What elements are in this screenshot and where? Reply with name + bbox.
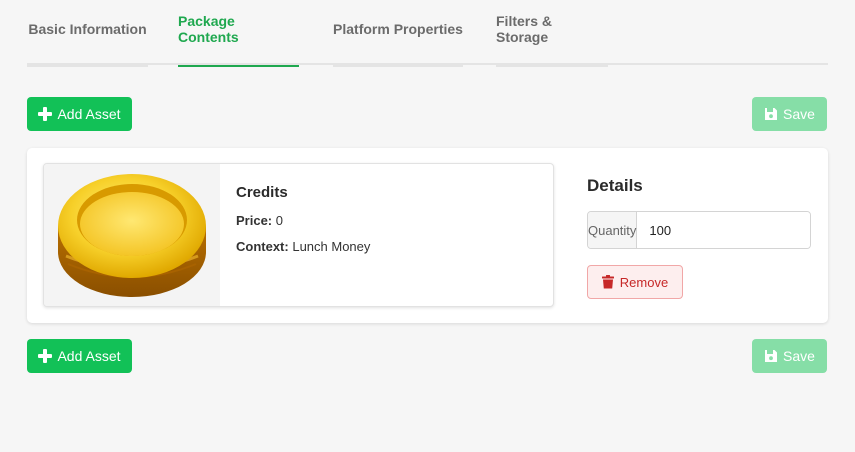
price-value: 0 (275, 213, 283, 228)
quantity-field: Quantity (587, 211, 811, 249)
tab-basic-information[interactable]: Basic Information (27, 0, 148, 67)
floppy-disk-icon (764, 349, 778, 363)
asset-card: Credits Price: 0 Context: Lunch Money (43, 163, 554, 307)
remove-label: Remove (619, 274, 669, 290)
save-label: Save (783, 106, 815, 122)
tab-label: Package Contents (178, 12, 239, 45)
quantity-label: Quantity (588, 212, 638, 248)
price-label: Price: (236, 213, 273, 228)
plus-icon (38, 349, 53, 363)
tab-underline (178, 65, 299, 67)
save-label: Save (783, 348, 815, 364)
tab-underline (333, 65, 463, 67)
asset-image (44, 164, 220, 306)
asset-context: Context: Lunch Money (236, 239, 370, 254)
details-panel: Details Quantity Remove (587, 176, 811, 299)
tab-platform-properties[interactable]: Platform Properties (333, 0, 463, 67)
tab-label: Basic Information (28, 20, 147, 37)
asset-title: Credits (236, 184, 288, 201)
asset-info: Credits Price: 0 Context: Lunch Money (236, 184, 370, 265)
context-value: Lunch Money (292, 239, 371, 254)
gold-coin-icon (58, 174, 206, 297)
package-content-card: Credits Price: 0 Context: Lunch Money De… (27, 148, 828, 323)
plus-icon (38, 107, 53, 121)
tab-label: Platform Properties (333, 20, 463, 37)
add-asset-button-bottom[interactable]: Add Asset (27, 339, 132, 373)
save-button[interactable]: Save (752, 97, 827, 131)
save-button-bottom[interactable]: Save (752, 339, 827, 373)
add-asset-label: Add Asset (57, 106, 121, 122)
asset-price: Price: 0 (236, 213, 370, 228)
tab-underline (27, 65, 148, 67)
floppy-disk-icon (764, 107, 778, 121)
quantity-input[interactable] (637, 212, 810, 248)
add-asset-label: Add Asset (57, 348, 121, 364)
tab-package-contents[interactable]: Package Contents (178, 0, 299, 67)
details-title: Details (587, 176, 643, 195)
trash-icon (601, 275, 614, 289)
tab-filters-storage[interactable]: Filters & Storage (496, 0, 608, 67)
tab-underline (496, 65, 608, 67)
tab-bar: Basic Information Package Contents Platf… (27, 0, 828, 67)
context-label: Context: (236, 239, 289, 254)
remove-button[interactable]: Remove (587, 265, 683, 299)
tab-label: Filters & Storage (496, 12, 553, 45)
add-asset-button[interactable]: Add Asset (27, 97, 132, 131)
